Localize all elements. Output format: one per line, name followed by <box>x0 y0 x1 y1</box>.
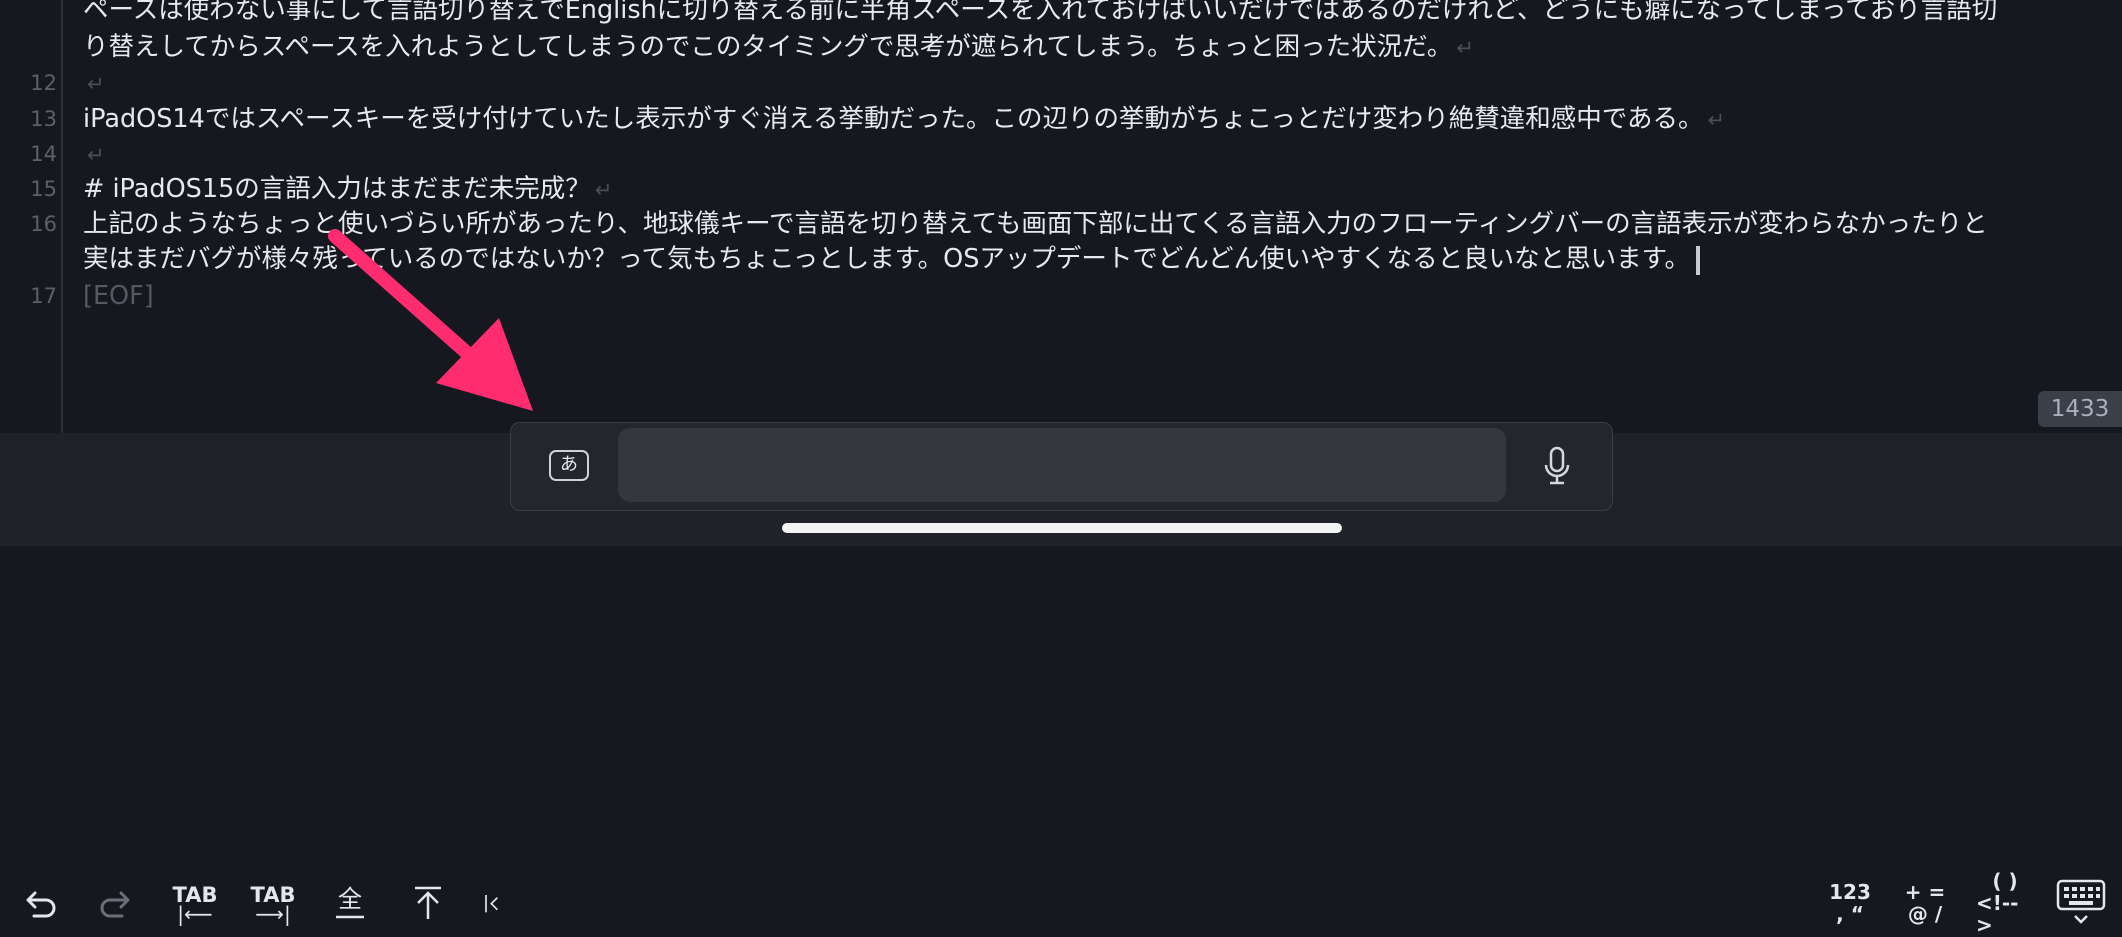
select-all-icon: 全 <box>336 885 364 919</box>
line-number: 13 <box>30 107 57 131</box>
move-to-line-start-button[interactable] <box>484 873 508 933</box>
line-text[interactable]: ペースは使わない事にして言語切り替えでEnglishに切り替える前に半角スペース… <box>83 0 1997 28</box>
dictation-button[interactable] <box>1542 445 1572 489</box>
line-text[interactable]: # iPadOS15の言語入力はまだまだ未完成？ ↵ <box>83 171 612 208</box>
undo-button[interactable] <box>18 873 60 933</box>
redo-icon <box>100 891 130 918</box>
outdent-arrow-icon: |⟵ <box>177 902 213 926</box>
undo-icon <box>26 891 56 918</box>
svg-text:全: 全 <box>338 885 362 913</box>
line-number: 15 <box>30 177 57 201</box>
line-text[interactable]: ↵ <box>83 136 105 173</box>
hide-keyboard-button[interactable] <box>2054 873 2108 933</box>
redo-button[interactable] <box>96 873 138 933</box>
numbers-symbols-button[interactable]: 123 , “ <box>1820 873 1880 933</box>
language-input-floating-bar: あ <box>510 422 1613 511</box>
keyboard-dismiss-icon <box>2056 879 2106 924</box>
editor-line[interactable]: 17 [EOF] <box>0 278 2122 314</box>
numbers-label: 123 <box>1829 880 1871 904</box>
select-all-button[interactable]: 全 <box>330 873 370 933</box>
home-indicator <box>782 523 1342 533</box>
editor-line[interactable]: り替えしてからスペースを入れようとしてしまうのでこのタイミングで思考が遮られてし… <box>0 29 2122 65</box>
punct-label: , “ <box>1836 902 1864 926</box>
editor-line[interactable]: 12 ↵ <box>0 65 2122 101</box>
brackets-label: ( ) <box>1992 869 2018 893</box>
line-number: 17 <box>30 284 57 308</box>
editor-line[interactable]: 14 ↵ <box>0 136 2122 172</box>
input-language-button[interactable]: あ <box>549 450 589 481</box>
tab-outdent-button[interactable]: TAB |⟵ <box>170 873 220 933</box>
return-mark: ↵ <box>1456 36 1474 60</box>
editor-line[interactable]: 13 iPadOS14ではスペースキーを受け付けていたし表示がすぐ消える挙動だっ… <box>0 101 2122 137</box>
line-text[interactable]: ↵ <box>83 65 105 102</box>
line-number: 16 <box>30 212 57 236</box>
return-mark: ↵ <box>87 143 105 167</box>
arrow-to-top-icon <box>415 886 441 919</box>
tab-outdent-label: TAB <box>172 883 218 907</box>
line-text[interactable]: iPadOS14ではスペースキーを受け付けていたし表示がすぐ消える挙動だった。こ… <box>83 101 1725 138</box>
indent-arrow-icon: ⟶| <box>255 902 291 926</box>
editor-line[interactable]: 15 # iPadOS15の言語入力はまだまだ未完成？ ↵ <box>0 171 2122 207</box>
operators-label: + = <box>1904 880 1946 904</box>
operators-button[interactable]: + = @ / <box>1898 873 1952 933</box>
brackets-button[interactable]: ( ) <!--> <box>1976 869 2034 937</box>
character-count-badge: 1433 <box>2038 391 2122 427</box>
comment-label: <!--> <box>1976 891 2019 937</box>
at-slash-label: @ / <box>1907 902 1943 926</box>
text-cursor <box>1696 245 1701 275</box>
arrow-to-left-icon <box>485 895 498 913</box>
line-number: 12 <box>30 71 57 95</box>
editor-line[interactable]: 16 上記のようなちょっと使いづらい所があったり、地球儀キーで言語を切り替えても… <box>0 206 2122 242</box>
editor-line[interactable]: 実はまだバグが様々残っているのではないか？って気もちょこっとします。OSアップデ… <box>0 241 2122 277</box>
return-mark: ↵ <box>594 178 613 202</box>
line-text[interactable]: 上記のようなちょっと使いづらい所があったり、地球儀キーで言語を切り替えても画面下… <box>83 206 1988 242</box>
line-text[interactable]: 実はまだバグが様々残っているのではないか？って気もちょこっとします。OSアップデ… <box>83 241 1701 277</box>
text-editor[interactable]: ペースは使わない事にして言語切り替えでEnglishに切り替える前に半角スペース… <box>0 0 2122 433</box>
editor-line[interactable]: ペースは使わない事にして言語切り替えでEnglishに切り替える前に半角スペース… <box>0 0 2122 28</box>
microphone-icon <box>1544 446 1570 485</box>
line-text[interactable]: り替えしてからスペースを入れようとしてしまうのでこのタイミングで思考が遮られてし… <box>83 29 1474 66</box>
tab-indent-label: TAB <box>250 883 296 907</box>
move-to-top-button[interactable] <box>408 873 448 933</box>
eof-marker: [EOF] <box>83 281 154 311</box>
line-number: 14 <box>30 142 57 166</box>
return-mark: ↵ <box>1707 108 1726 132</box>
candidate-input-field[interactable] <box>618 428 1506 502</box>
return-mark: ↵ <box>87 72 105 96</box>
tab-indent-button[interactable]: TAB ⟶| <box>248 873 298 933</box>
